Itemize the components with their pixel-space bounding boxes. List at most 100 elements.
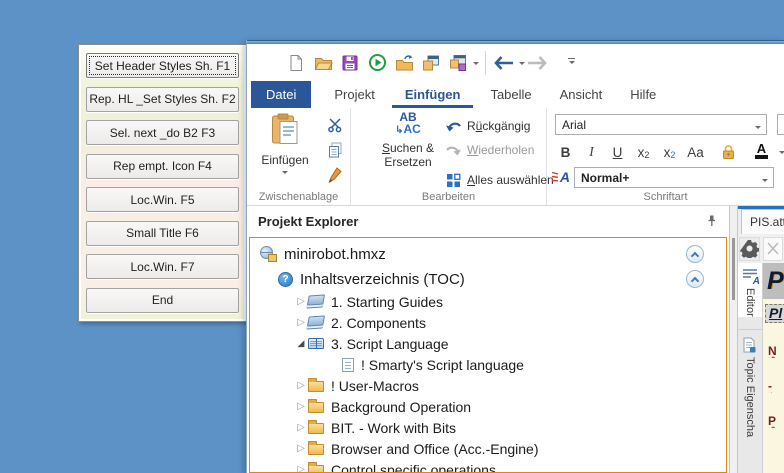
font-size-select-partial[interactable] <box>777 114 784 135</box>
tab-editor[interactable]: Editor <box>738 263 762 317</box>
search-replace-button[interactable]: AB ↳AC Suchen & Ersetzen <box>375 111 441 169</box>
run-compile-icon[interactable] <box>365 51 389 75</box>
toolbar-options-icon[interactable] <box>568 58 575 68</box>
paste-button[interactable]: Einfügen <box>257 113 313 187</box>
paragraph-style-select[interactable]: Normal+ <box>574 167 774 188</box>
tree-item[interactable]: Background Operation <box>250 396 726 417</box>
editor-body[interactable]: Pl N - P <box>763 299 784 473</box>
clipboard-group-label: Zwischenablage <box>247 191 350 203</box>
tree-item[interactable]: 2. Components <box>250 312 726 333</box>
gear-icon[interactable] <box>739 237 760 261</box>
macro-button-f6[interactable]: Small Title F6 <box>86 221 239 246</box>
tree-root-project[interactable]: minirobot.hmxz <box>250 241 726 267</box>
font-family-select[interactable]: Arial <box>555 114 767 135</box>
tab-einfuegen[interactable]: Einfügen <box>392 81 474 108</box>
font-group-label: Schriftart <box>547 191 784 203</box>
expander-icon[interactable] <box>294 317 308 328</box>
document-tab-bar: PIS.attac <box>738 209 784 234</box>
save-window-dropdown-icon[interactable] <box>473 62 479 68</box>
document-tab[interactable]: PIS.attac <box>741 209 784 234</box>
paste-dropdown-icon[interactable] <box>282 171 288 177</box>
back-icon[interactable] <box>492 51 516 75</box>
tree-item[interactable]: 1. Starting Guides <box>250 291 726 312</box>
expander-icon[interactable] <box>294 422 308 433</box>
tab-topic-properties[interactable]: Topic Eigenscha <box>738 329 762 437</box>
select-all-button[interactable]: Alles auswählen <box>443 168 554 192</box>
lock-icon[interactable] <box>718 141 739 162</box>
tree-item-label: Control specific operations <box>331 462 496 473</box>
tree-item-label: ! User-Macros <box>331 378 419 394</box>
macro-button-f1[interactable]: Set Header Styles Sh. F1 <box>86 53 239 78</box>
tree-item[interactable]: Browser and Office (Acc.-Engine) <box>250 438 726 459</box>
tree-item[interactable]: Control specific operations <box>250 459 726 473</box>
tab-ansicht[interactable]: Ansicht <box>547 81 616 108</box>
change-case-button[interactable]: Aa <box>685 141 706 162</box>
macro-button-f2[interactable]: Rep. HL _Set Styles Sh. F2 <box>86 87 239 112</box>
ribbon: Einfügen Zwischenablage AB ↳AC <box>247 108 784 206</box>
font-color-dropdown-icon[interactable] <box>779 151 784 157</box>
tab-projekt[interactable]: Projekt <box>321 81 387 108</box>
expander-icon[interactable] <box>294 380 308 391</box>
macro-button-f4[interactable]: Rep empt. Icon F4 <box>86 154 239 179</box>
editor-tab-label: Editor <box>744 288 756 317</box>
expander-icon[interactable] <box>294 443 308 454</box>
forward-icon <box>525 51 549 75</box>
toc-help-icon <box>278 272 293 287</box>
cut-icon[interactable] <box>325 116 345 134</box>
font-family-dropdown-icon[interactable] <box>755 126 761 132</box>
format-painter-icon[interactable] <box>325 166 345 184</box>
new-document-icon[interactable] <box>284 51 308 75</box>
subscript-button[interactable]: x2 <box>659 141 680 162</box>
clipped-tool-icon[interactable] <box>763 237 783 261</box>
scrollbar-thumb[interactable] <box>732 238 735 300</box>
tree-item[interactable]: 3. Script Language <box>250 333 726 354</box>
project-globe-icon <box>260 246 277 262</box>
bold-button[interactable]: B <box>555 141 576 162</box>
panel-splitter[interactable] <box>729 206 738 473</box>
duplicate-window-icon[interactable] <box>419 51 443 75</box>
copy-icon[interactable] <box>325 141 345 159</box>
character-style-icon[interactable]: A <box>551 168 571 188</box>
folder-icon <box>308 423 324 434</box>
tree-item[interactable]: ! Smarty's Script language <box>250 354 726 375</box>
expander-icon[interactable] <box>294 338 308 349</box>
macro-button-end[interactable]: End <box>86 288 239 313</box>
underline-button[interactable]: U <box>607 141 628 162</box>
tree-item-label: Browser and Office (Acc.-Engine) <box>331 441 539 457</box>
folder-icon <box>308 444 324 455</box>
macro-button-f7[interactable]: Loc.Win. F7 <box>86 254 239 279</box>
open-recent-icon[interactable] <box>392 51 416 75</box>
tab-datei[interactable]: Datei <box>251 81 311 108</box>
italic-button[interactable]: I <box>581 141 602 162</box>
open-project-icon[interactable] <box>311 51 335 75</box>
collapse-project-button[interactable] <box>686 245 704 263</box>
tree-item-label: Background Operation <box>331 399 471 415</box>
tree-item[interactable]: ! User-Macros <box>250 375 726 396</box>
tab-hilfe[interactable]: Hilfe <box>617 81 669 108</box>
macro-button-f3[interactable]: Sel. next _do B2 F3 <box>86 120 239 145</box>
paragraph-style-dropdown-icon[interactable] <box>762 179 768 185</box>
folder-icon <box>308 465 324 473</box>
clipboard-group: Einfügen Zwischenablage <box>247 108 351 205</box>
tree-item-label: 1. Starting Guides <box>331 294 443 310</box>
expander-icon[interactable] <box>294 296 308 307</box>
tab-tabelle[interactable]: Tabelle <box>477 81 544 108</box>
tree-item-toc[interactable]: Inhaltsverzeichnis (TOC) <box>250 267 726 291</box>
selected-text[interactable]: Pl <box>765 304 784 323</box>
save-window-icon[interactable] <box>446 51 470 75</box>
project-tree: minirobot.hmxz Inhaltsverzeichnis (TOC) … <box>249 237 727 473</box>
save-icon[interactable] <box>338 51 362 75</box>
tree-item[interactable]: BIT. - Work with Bits <box>250 417 726 438</box>
folder-icon <box>308 402 324 413</box>
superscript-button[interactable]: x2 <box>633 141 654 162</box>
collapse-toc-button[interactable] <box>686 270 704 288</box>
macro-button-f5[interactable]: Loc.Win. F5 <box>86 187 239 212</box>
expander-icon[interactable] <box>294 401 308 412</box>
font-color-button[interactable]: A <box>751 141 772 162</box>
pin-icon[interactable] <box>705 214 718 230</box>
undo-button[interactable]: Rückgängig <box>443 114 554 138</box>
topic-editor[interactable]: P Pl N - P <box>763 263 784 473</box>
tree-item-label: BIT. - Work with Bits <box>331 420 456 436</box>
expander-icon[interactable] <box>294 464 308 473</box>
undo-icon <box>443 119 463 133</box>
